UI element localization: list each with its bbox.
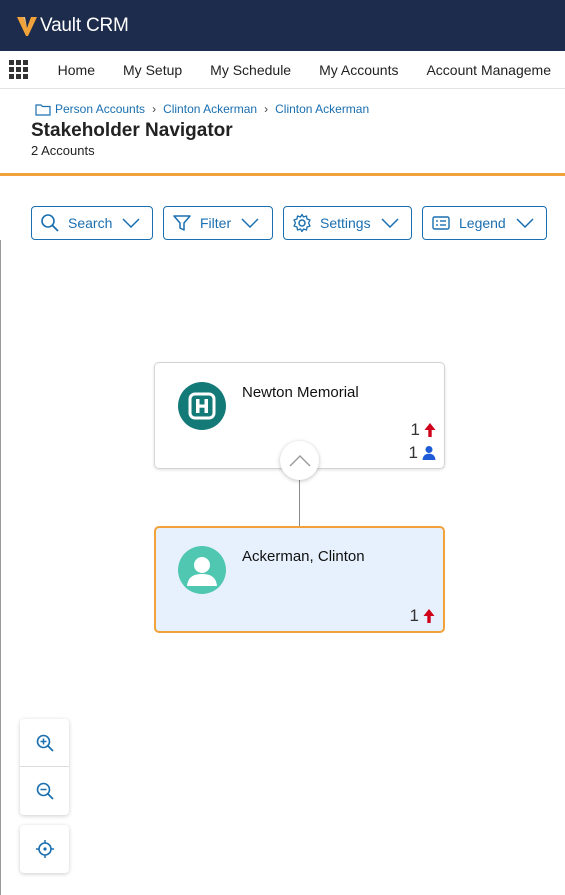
chevron-up-icon bbox=[289, 454, 310, 466]
chevron-right-icon: › bbox=[264, 102, 269, 116]
legend-button[interactable]: Legend bbox=[422, 206, 547, 240]
settings-label: Settings bbox=[320, 215, 371, 231]
chevron-down-icon bbox=[241, 218, 259, 228]
account-count: 2 Accounts bbox=[31, 143, 95, 158]
chevron-down-icon bbox=[381, 218, 399, 228]
nav-tab-my-accounts[interactable]: My Accounts bbox=[305, 51, 412, 88]
person-avatar-icon bbox=[178, 546, 226, 594]
legend-icon bbox=[432, 216, 450, 230]
person-icon bbox=[422, 446, 436, 460]
search-label: Search bbox=[68, 215, 113, 231]
people-count-value: 1 bbox=[408, 443, 418, 462]
gear-icon bbox=[293, 213, 311, 233]
node-name: Ackerman, Clinton bbox=[242, 548, 365, 565]
parent-count-value: 1 bbox=[410, 420, 420, 439]
app-launcher-button[interactable] bbox=[0, 51, 38, 88]
app-title: Vault CRM bbox=[40, 14, 129, 36]
breadcrumb-person-accounts[interactable]: Person Accounts bbox=[55, 102, 145, 116]
zoom-in-icon bbox=[36, 734, 54, 752]
nav-tab-my-schedule[interactable]: My Schedule bbox=[196, 51, 305, 88]
zoom-in-button[interactable] bbox=[20, 719, 69, 767]
people-count: 1 bbox=[409, 443, 436, 463]
chevron-down-icon bbox=[516, 218, 534, 228]
page-title: Stakeholder Navigator bbox=[31, 120, 233, 141]
filter-button[interactable]: Filter bbox=[163, 206, 273, 240]
filter-icon bbox=[173, 215, 191, 231]
parent-affiliation-count: 1 bbox=[411, 420, 436, 440]
app-logo[interactable]: Vault CRM bbox=[16, 15, 129, 37]
zoom-out-icon bbox=[36, 782, 54, 800]
nav-tab-my-setup[interactable]: My Setup bbox=[109, 51, 196, 88]
account-node-selected[interactable]: Ackerman, Clinton 1 bbox=[154, 526, 445, 633]
settings-button[interactable]: Settings bbox=[283, 206, 412, 240]
navigator-toolbar: Search Filter Settings Legend bbox=[31, 206, 547, 240]
filter-label: Filter bbox=[200, 215, 232, 231]
arrow-up-icon bbox=[423, 609, 435, 623]
breadcrumb-current[interactable]: Clinton Ackerman bbox=[275, 102, 369, 116]
hospital-icon bbox=[178, 382, 226, 430]
expand-parent-button[interactable] bbox=[280, 441, 319, 480]
page-header: Person Accounts › Clinton Ackerman › Cli… bbox=[0, 89, 565, 176]
child-affiliation-count: 1 bbox=[410, 606, 435, 626]
nav-tab-home[interactable]: Home bbox=[38, 51, 109, 88]
child-count-value: 1 bbox=[409, 606, 419, 625]
zoom-out-button[interactable] bbox=[20, 767, 69, 815]
breadcrumb: Person Accounts › Clinton Ackerman › Cli… bbox=[35, 102, 369, 116]
nav-tab-account-management[interactable]: Account Manageme bbox=[412, 51, 565, 88]
search-button[interactable]: Search bbox=[31, 206, 153, 240]
search-icon bbox=[41, 214, 59, 232]
main-nav: Home My Setup My Schedule My Accounts Ac… bbox=[0, 51, 565, 89]
crosshair-icon bbox=[35, 840, 54, 858]
chevron-down-icon bbox=[122, 218, 140, 228]
folder-icon bbox=[35, 103, 51, 116]
arrow-up-icon bbox=[424, 423, 436, 437]
breadcrumb-account[interactable]: Clinton Ackerman bbox=[163, 102, 257, 116]
vault-logo-icon bbox=[17, 16, 37, 36]
node-name: Newton Memorial bbox=[242, 384, 359, 401]
hierarchy-connector bbox=[299, 480, 300, 526]
grid-icon bbox=[9, 60, 29, 79]
zoom-controls bbox=[20, 719, 69, 815]
recenter-button[interactable] bbox=[20, 825, 69, 873]
legend-label: Legend bbox=[459, 215, 506, 231]
chevron-right-icon: › bbox=[152, 102, 157, 116]
app-header: Vault CRM bbox=[0, 0, 565, 51]
